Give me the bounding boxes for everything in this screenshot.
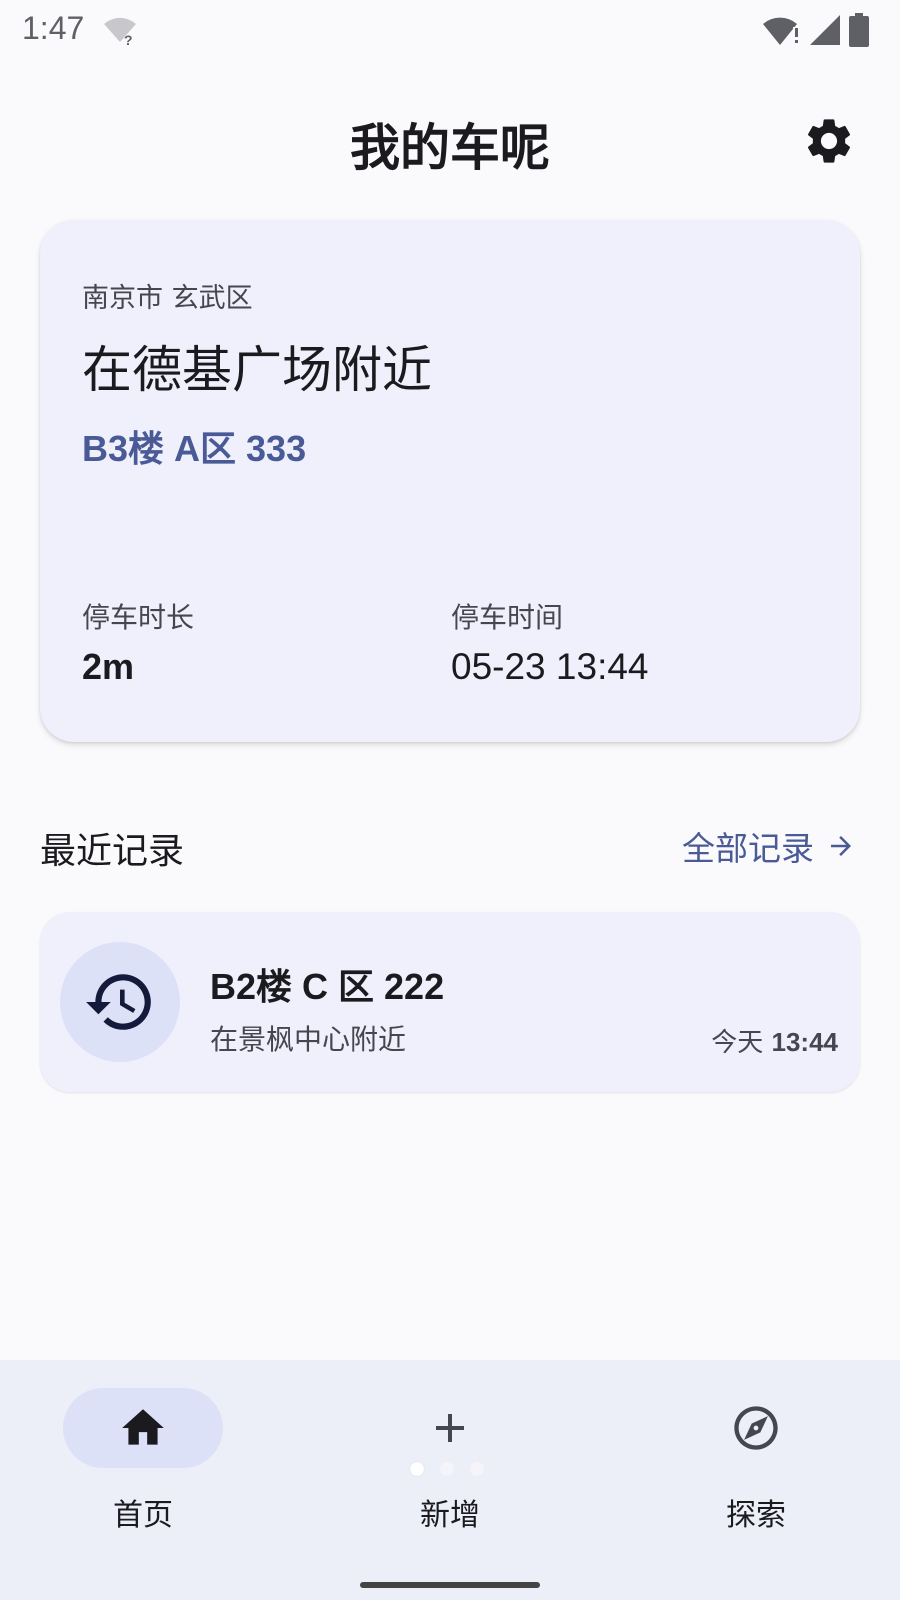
status-time: 1:47 [22, 10, 85, 46]
arrow-right-icon [831, 836, 851, 856]
record-day: 今天 [711, 1028, 764, 1058]
nav-label-home: 首页 [113, 1498, 173, 1533]
history-icon [86, 974, 151, 1030]
parking-spot: B3楼 A区 333 [82, 428, 307, 469]
nav-label-explore: 探索 [726, 1498, 786, 1533]
battery-icon [848, 12, 870, 52]
gear-icon [807, 119, 851, 163]
status-icons [762, 12, 870, 52]
recent-records-title: 最近记录 [40, 831, 185, 872]
parking-time-value: 05-23 13:44 [451, 646, 649, 687]
settings-button[interactable] [800, 112, 858, 170]
compass-icon [734, 1406, 778, 1450]
bottom-navigation: 首页 新增 探索 [0, 1360, 900, 1600]
page-dot [410, 1462, 424, 1476]
page-dot [470, 1462, 484, 1476]
record-spot: B2楼 C 区 222 [210, 966, 445, 1007]
parking-time-label: 停车时间 [451, 601, 564, 634]
record-clock: 13:44 [771, 1027, 839, 1057]
record-nearby: 在景枫中心附近 [210, 1023, 407, 1056]
record-icon-container [60, 942, 180, 1062]
all-records-label: 全部记录 [682, 829, 814, 868]
city-district: 南京市 玄武区 [82, 283, 253, 314]
status-bar: 1:47 ? [0, 0, 900, 62]
all-records-link[interactable]: 全部记录 [682, 822, 856, 870]
nearby-place: 在德基广场附近 [82, 341, 432, 399]
home-icon [122, 1409, 164, 1445]
cell-signal-icon [808, 13, 842, 51]
svg-text:?: ? [124, 32, 133, 46]
current-parking-card[interactable]: 南京市 玄武区 在德基广场附近 B3楼 A区 333 停车时长 2m 停车时间 … [40, 220, 860, 742]
nav-icon-container [676, 1388, 836, 1468]
nav-label-add: 新增 [420, 1498, 480, 1533]
nav-item-explore[interactable]: 探索 [656, 1388, 856, 1533]
home-indicator[interactable] [360, 1582, 540, 1588]
record-time: 今天 13:44 [711, 1022, 838, 1059]
wifi-question-icon: ? [102, 14, 138, 50]
nav-item-add[interactable]: 新增 [350, 1388, 550, 1533]
nav-icon-container [370, 1388, 530, 1468]
nav-item-home[interactable]: 首页 [43, 1388, 243, 1533]
page-dot [440, 1462, 454, 1476]
nav-active-indicator [63, 1388, 223, 1468]
duration-value: 2m [82, 646, 135, 687]
page-title: 我的车呢 [350, 119, 550, 177]
page-indicator [410, 1462, 484, 1476]
plus-icon [436, 1414, 464, 1442]
duration-label: 停车时长 [82, 601, 195, 634]
record-item[interactable]: B2楼 C 区 222 在景枫中心附近 今天 13:44 [40, 912, 860, 1092]
wifi-alert-icon [762, 13, 802, 51]
